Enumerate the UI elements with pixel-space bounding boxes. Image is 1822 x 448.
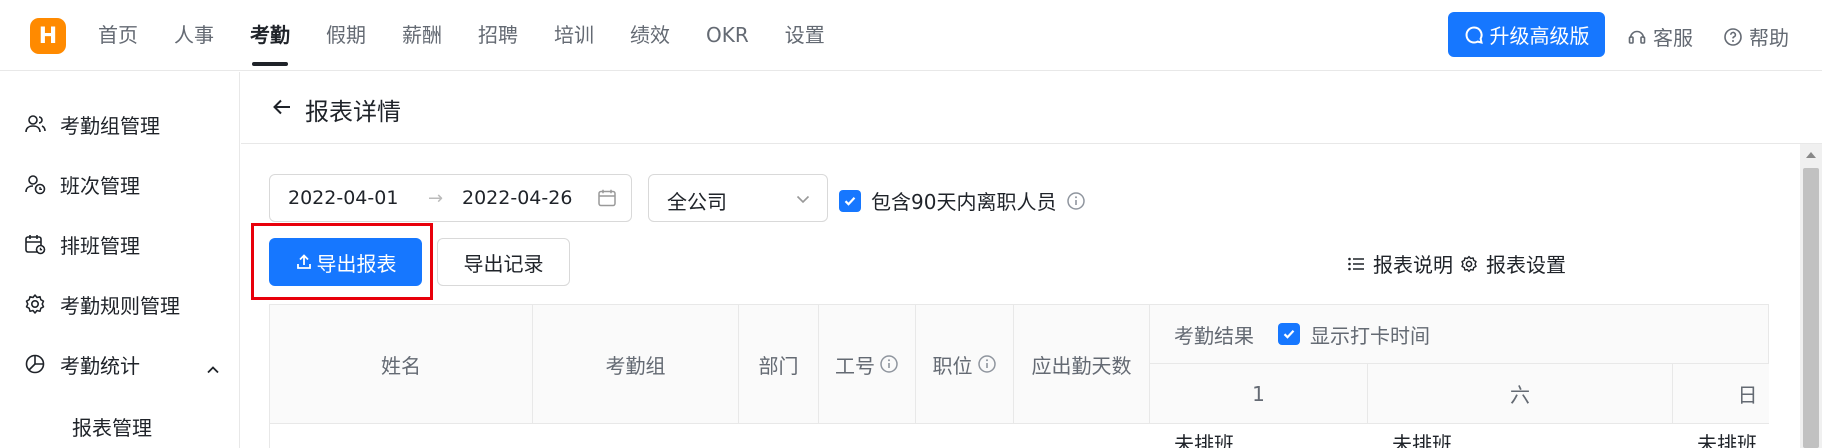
header-dept: 部门	[739, 304, 819, 424]
info-icon[interactable]	[977, 354, 997, 374]
date-separator-arrow: →	[428, 187, 444, 209]
header-due-days: 应出勤天数	[1014, 304, 1150, 424]
nav-item-settings[interactable]: 设置	[785, 0, 825, 71]
calendar-clock-icon	[25, 235, 46, 255]
table-row[interactable]	[269, 424, 1769, 448]
table-cell: 未排班	[1174, 428, 1234, 448]
headset-icon	[1628, 30, 1646, 44]
sidebar-item-rules[interactable]: 考勤规则管理	[24, 286, 180, 322]
header-day: 日	[1673, 364, 1769, 424]
gear-icon	[25, 294, 45, 314]
scope-select[interactable]: 全公司	[648, 174, 828, 222]
header-emp-no: 工号	[819, 304, 916, 424]
table-cell: 未排班	[1697, 428, 1757, 448]
chevron-down-icon	[796, 195, 810, 204]
user-group-icon	[25, 115, 46, 133]
highlight-box	[251, 223, 433, 300]
nav-item-home[interactable]: 首页	[98, 0, 138, 71]
list-icon	[1348, 257, 1364, 270]
chevron-up-icon[interactable]	[205, 362, 221, 378]
header-name: 姓名	[269, 304, 533, 424]
include-resigned-checkbox[interactable]	[839, 189, 861, 212]
header-position: 职位	[916, 304, 1014, 424]
app-logo[interactable]: H	[30, 18, 66, 54]
header-day: 六	[1368, 364, 1673, 424]
info-icon[interactable]	[879, 354, 899, 374]
pie-chart-icon	[25, 354, 45, 374]
nav-item-performance[interactable]: 绩效	[630, 0, 670, 71]
nav-item-okr[interactable]: OKR	[706, 0, 749, 71]
customer-service-link[interactable]: 客服	[1627, 22, 1693, 51]
report-table: 姓名 考勤组 部门 工号 职位 应出勤天数 考勤结果 显示打卡时间 1 六 日 …	[269, 304, 1769, 448]
nav-item-hr[interactable]: 人事	[174, 0, 214, 71]
main-nav: 首页 人事 考勤 假期 薪酬 招聘 培训 绩效 OKR 设置	[98, 0, 861, 71]
info-icon[interactable]	[1066, 191, 1086, 211]
upgrade-button[interactable]: 升级高级版	[1448, 12, 1605, 57]
sidebar-item-statistics[interactable]: 考勤统计	[24, 346, 140, 382]
gear-icon	[1461, 255, 1477, 272]
question-circle-icon	[1724, 27, 1742, 46]
export-record-button[interactable]: 导出记录	[437, 238, 570, 286]
scroll-up-arrow-icon[interactable]	[1805, 150, 1817, 160]
nav-item-leave[interactable]: 假期	[326, 0, 366, 71]
report-description-link[interactable]: 报表说明	[1347, 249, 1453, 278]
help-link[interactable]: 帮助	[1723, 22, 1789, 51]
header-day: 1	[1150, 364, 1368, 424]
vertical-scrollbar[interactable]	[1800, 144, 1822, 448]
include-resigned-option: 包含90天内离职人员	[839, 186, 1086, 215]
sidebar-item-attendance-groups[interactable]: 考勤组管理	[24, 106, 160, 142]
arrow-left-icon[interactable]	[271, 96, 293, 118]
report-settings-link[interactable]: 报表设置	[1460, 249, 1566, 278]
sidebar-item-scheduling[interactable]: 排班管理	[24, 226, 140, 262]
header-group: 考勤组	[533, 304, 739, 424]
calendar-icon	[598, 189, 616, 207]
checkmark-icon	[1283, 329, 1295, 339]
sidebar-item-shifts[interactable]: 班次管理	[24, 166, 140, 202]
main-content: 报表详情 2022-04-01 → 2022-04-26 全公司 包含90天内离…	[241, 72, 1822, 448]
show-punch-time-checkbox[interactable]	[1278, 323, 1300, 345]
date-range-picker[interactable]: 2022-04-01 → 2022-04-26	[269, 174, 632, 222]
nav-item-training[interactable]: 培训	[554, 0, 594, 71]
scrollbar-thumb[interactable]	[1803, 168, 1819, 448]
chat-bubble-icon	[1465, 25, 1483, 44]
sidebar: 考勤组管理 班次管理 排班管理 考勤规则管理 考勤统计 报表管理	[0, 72, 240, 448]
page-header: 报表详情	[241, 72, 1822, 144]
top-navbar: H 首页 人事 考勤 假期 薪酬 招聘 培训 绩效 OKR 设置 升级高级版 客…	[0, 0, 1822, 71]
header-attendance-result: 考勤结果 显示打卡时间	[1150, 304, 1769, 364]
date-end[interactable]: 2022-04-26	[462, 187, 572, 209]
nav-item-salary[interactable]: 薪酬	[402, 0, 442, 71]
nav-item-recruit[interactable]: 招聘	[478, 0, 518, 71]
nav-item-attendance[interactable]: 考勤	[250, 0, 290, 71]
table-cell: 未排班	[1392, 428, 1452, 448]
sidebar-subitem-reports[interactable]: 报表管理	[72, 412, 152, 441]
user-clock-icon	[25, 175, 46, 195]
date-start[interactable]: 2022-04-01	[288, 187, 398, 209]
checkmark-icon	[844, 196, 856, 206]
page-title: 报表详情	[305, 98, 401, 126]
